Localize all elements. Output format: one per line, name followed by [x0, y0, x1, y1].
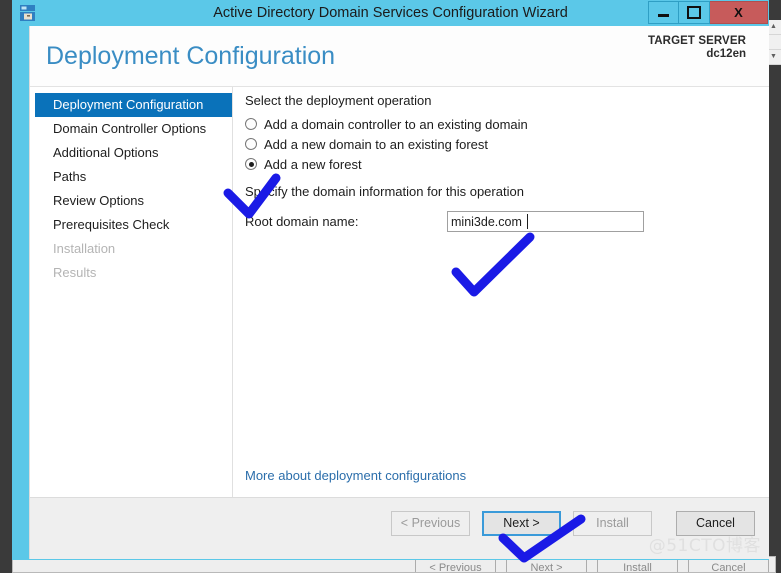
text-caret [527, 214, 528, 229]
sidebar-item-review-options[interactable]: Review Options [30, 189, 232, 213]
sidebar-item-installation: Installation [53, 241, 116, 256]
sidebar-item-deployment-configuration[interactable]: Deployment Configuration [35, 93, 232, 117]
target-server-label: TARGET SERVER [648, 35, 746, 47]
operation-section-label: Select the deployment operation [245, 93, 432, 108]
radio-add-domain-controller[interactable]: Add a domain controller to an existing d… [245, 114, 769, 134]
content-row: Deployment Configuration Domain Controll… [30, 87, 769, 497]
minimize-icon [658, 13, 669, 17]
maximize-button[interactable] [679, 1, 710, 24]
server-manager-icon [18, 3, 38, 23]
domain-section-label: Specify the domain information for this … [245, 184, 524, 199]
minimize-button[interactable] [648, 1, 679, 24]
dialog-body: Deployment Configuration TARGET SERVER d… [29, 26, 769, 559]
radio-label: Add a new domain to an existing forest [264, 136, 489, 152]
title-bar[interactable]: Active Directory Domain Services Configu… [12, 0, 769, 26]
install-button: Install [573, 511, 652, 536]
radio-label: Add a new forest [264, 156, 362, 172]
radio-icon [245, 118, 257, 130]
root-domain-field-row: Root domain name: [245, 211, 769, 232]
window-controls: X [648, 1, 768, 24]
radio-icon [245, 138, 257, 150]
root-domain-label: Root domain name: [245, 214, 359, 229]
target-server-name: dc12en [706, 48, 746, 60]
previous-button: < Previous [391, 511, 470, 536]
footer-bar: < Previous Next > Install Cancel @51CTO博… [30, 497, 769, 559]
root-domain-input[interactable] [447, 211, 644, 232]
page-title: Deployment Configuration [46, 42, 336, 70]
sidebar-item-paths[interactable]: Paths [30, 165, 232, 189]
deployment-operation-group: Add a domain controller to an existing d… [245, 114, 769, 174]
sidebar-item-prerequisites-check[interactable]: Prerequisites Check [30, 213, 232, 237]
wizard-window: Active Directory Domain Services Configu… [12, 0, 769, 560]
next-button[interactable]: Next > [482, 511, 561, 536]
sidebar-item-domain-controller-options[interactable]: Domain Controller Options [30, 117, 232, 141]
watermark: @51CTO博客 [648, 536, 761, 556]
more-about-deployment-configurations-link[interactable]: More about deployment configurations [245, 468, 466, 483]
root-domain-input-wrap [447, 211, 644, 232]
radio-icon [245, 158, 257, 170]
radio-label: Add a domain controller to an existing d… [264, 116, 528, 132]
radio-add-new-domain[interactable]: Add a new domain to an existing forest [245, 134, 769, 154]
page-header: Deployment Configuration TARGET SERVER d… [30, 26, 769, 86]
radio-add-new-forest[interactable]: Add a new forest [245, 154, 769, 174]
maximize-icon [687, 6, 701, 19]
sidebar-item-results: Results [53, 265, 97, 280]
target-server-info: TARGET SERVER dc12en [648, 35, 746, 60]
sidebar-item-additional-options[interactable]: Additional Options [30, 141, 232, 165]
wizard-step-nav: Deployment Configuration Domain Controll… [30, 87, 233, 497]
main-panel: Select the deployment operation Add a do… [233, 87, 769, 497]
close-button[interactable]: X [710, 1, 768, 24]
